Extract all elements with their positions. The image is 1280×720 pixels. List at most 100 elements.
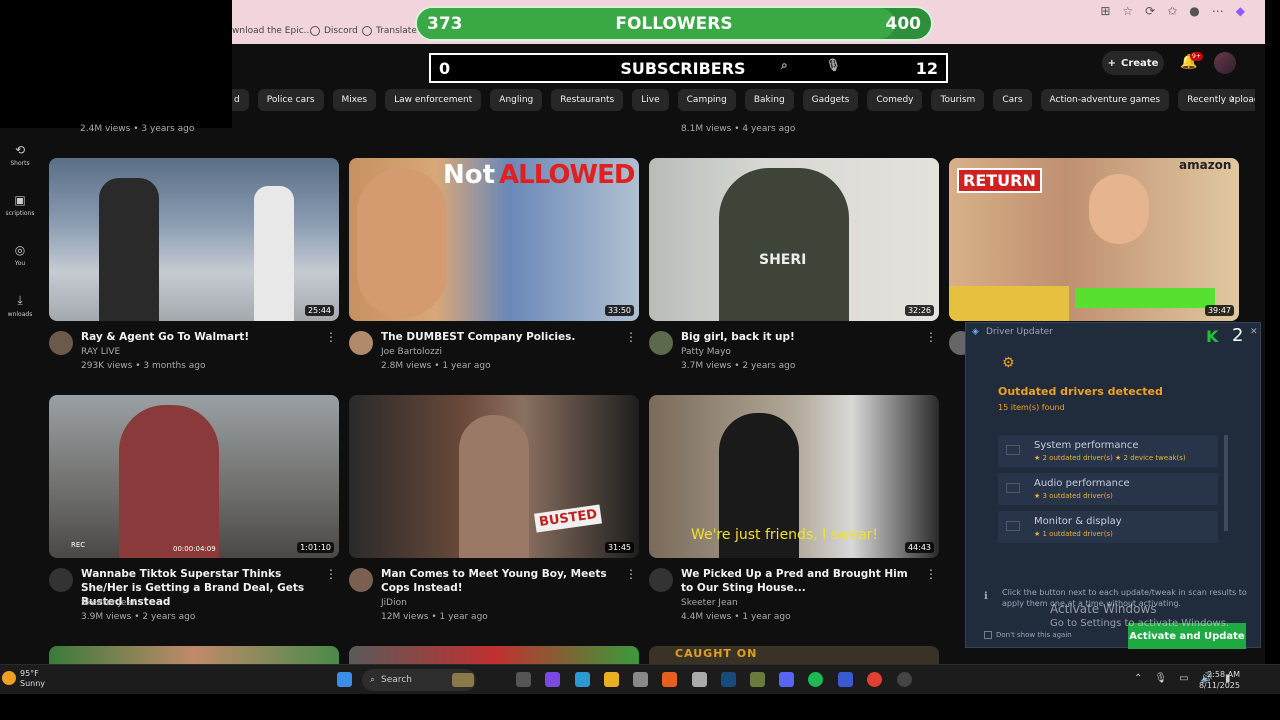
dont-show-checkbox[interactable]: Don't show this again [984,631,1072,639]
chevron-up-icon[interactable]: ⌃ [1134,673,1142,684]
channel-avatar[interactable] [349,331,373,355]
more-options-icon[interactable]: ⋮ [625,567,637,581]
firefox-icon[interactable] [662,672,677,687]
copilot-icon[interactable]: ◆ [1236,4,1245,18]
category-chip[interactable]: Restaurants [551,89,624,111]
extensions-icon[interactable]: ⟳ [1145,4,1155,18]
more-options-icon[interactable]: ⋮ [325,330,337,344]
video-thumbnail[interactable]: SHERI 32:26 [649,158,939,321]
search-icon[interactable]: ⌕ [781,58,788,73]
microphone-icon[interactable]: 🎙 [1154,673,1167,684]
category-chip[interactable]: Law enforcement [385,89,482,111]
video-thumbnail[interactable]: RETURN amazon 39:47 [949,158,1239,321]
close-icon[interactable]: ✕ [1250,327,1258,337]
channel-avatar[interactable] [49,568,73,592]
bookmark-discord[interactable]: Discord [310,26,358,36]
video-thumbnail[interactable] [49,646,339,664]
thumbnail-text: RETURN [957,168,1042,193]
calculator-icon[interactable] [692,672,707,687]
chevron-right-icon[interactable]: › [1230,91,1235,105]
category-chip[interactable]: Gadgets [802,89,859,111]
microphone-icon[interactable]: 🎙 [826,58,841,73]
video-thumbnail[interactable] [349,646,639,664]
category-chip[interactable]: Cars [993,89,1032,111]
spotify-icon[interactable] [808,672,823,687]
channel-avatar[interactable] [49,331,73,355]
task-view-icon[interactable] [516,672,531,687]
followers-goal-bar: 373 FOLLOWERS 400 [415,6,933,41]
windows-start-icon[interactable] [337,672,352,687]
profile-icon[interactable]: ● [1189,4,1199,18]
video-thumbnail[interactable]: CAUGHT ON [649,646,939,664]
category-chip[interactable]: Live [632,89,669,111]
video-title[interactable]: Man Comes to Meet Young Boy, Meets Cops … [381,567,617,595]
video-title[interactable]: We Picked Up a Pred and Brought Him to O… [681,567,917,595]
video-title[interactable]: Big girl, back it up! [681,330,917,344]
download-icon: ⤓ [17,293,23,307]
account-avatar[interactable] [1214,52,1236,74]
channel-avatar[interactable] [349,568,373,592]
category-chip[interactable]: Tourism [931,89,985,111]
create-button[interactable]: + Create [1102,51,1164,75]
sun-icon [2,671,16,685]
taskbar-search[interactable]: ⌕ Search [362,669,476,691]
steam-icon[interactable] [721,672,736,687]
category-chip[interactable]: Baking [744,89,794,111]
file-explorer-icon[interactable] [604,672,619,687]
more-options-icon[interactable]: ⋮ [925,330,937,344]
scrollbar[interactable] [1224,435,1228,531]
channel-name[interactable]: Skeeter Jean [81,598,138,608]
copilot-icon[interactable] [545,672,560,687]
vim-icon[interactable] [750,672,765,687]
driver-item[interactable]: Audio performance ★ 3 outdated driver(s) [998,473,1218,505]
channel-name[interactable]: Patty Mayo [681,347,731,357]
favorite-star-icon[interactable]: ☆ [1122,4,1133,18]
video-thumbnail[interactable]: Not ALLOWED 33:50 [349,158,639,321]
video-title[interactable]: The DUMBEST Company Policies. [381,330,617,344]
sidebar-item-subscriptions[interactable]: ▣ scriptions [0,193,40,217]
category-chip[interactable]: Comedy [867,89,923,111]
bookmark-translate[interactable]: Translate [362,26,417,36]
taskbar-clock[interactable]: 2:58 AM 8/11/2025 [1199,669,1240,691]
sidebar-item-you[interactable]: ◎ You [0,243,40,267]
category-chip[interactable]: Camping [677,89,736,111]
more-options-icon[interactable]: ⋮ [925,567,937,581]
category-chip[interactable]: Angling [490,89,543,111]
bookmark-epic[interactable]: wnload the Epic... [232,26,312,36]
store-icon[interactable] [633,672,648,687]
category-chip[interactable]: Action-adventure games [1040,89,1170,111]
category-chip[interactable]: Police cars [257,89,324,111]
network-icon[interactable]: ▭ [1179,673,1188,684]
driver-item[interactable]: System performance ★ 2 outdated driver(s)… [998,435,1218,467]
video-title[interactable]: Ray & Agent Go To Walmart! [81,330,317,344]
video-thumbnail[interactable]: 25:44 [49,158,339,321]
app-icon[interactable] [838,672,853,687]
chrome-icon[interactable] [867,672,882,687]
edge-icon[interactable] [575,672,590,687]
channel-avatar[interactable] [649,568,673,592]
video-thumbnail[interactable]: BUSTED 31:45 [349,395,639,558]
driver-item[interactable]: Monitor & display ★ 1 outdated driver(s) [998,511,1218,543]
sidebar-item-shorts[interactable]: ⟲ Shorts [0,143,40,167]
more-options-icon[interactable]: ⋮ [325,567,337,581]
items-found: 15 item(s) found [998,403,1065,412]
more-options-icon[interactable]: ⋮ [625,330,637,344]
obs-icon[interactable] [897,672,912,687]
favorites-icon[interactable]: ✩ [1167,4,1177,18]
split-view-icon[interactable]: ⊞ [1100,4,1110,18]
channel-avatar[interactable] [649,331,673,355]
discord-icon[interactable] [779,672,794,687]
channel-name[interactable]: Joe Bartolozzi [381,347,442,357]
category-chip[interactable]: Mixes [332,89,377,111]
channel-name[interactable]: RAY LIVE [81,347,120,357]
channel-name[interactable]: Skeeter Jean [681,598,738,608]
video-thumbnail[interactable]: We're just friends, I swear! 44:43 [649,395,939,558]
video-thumbnail[interactable]: REC 00:00:04:09 1:01:10 [49,395,339,558]
channel-name[interactable]: JiDion [381,598,407,608]
display-icon [1006,521,1020,531]
weather-widget[interactable]: 95°F Sunny [2,669,45,689]
sidebar-item-downloads[interactable]: ⤓ wnloads [0,293,40,318]
category-chip[interactable]: Recently uploaded [1178,89,1255,111]
video-duration: 1:01:10 [297,542,334,553]
menu-dots-icon[interactable]: ⋯ [1212,4,1224,18]
